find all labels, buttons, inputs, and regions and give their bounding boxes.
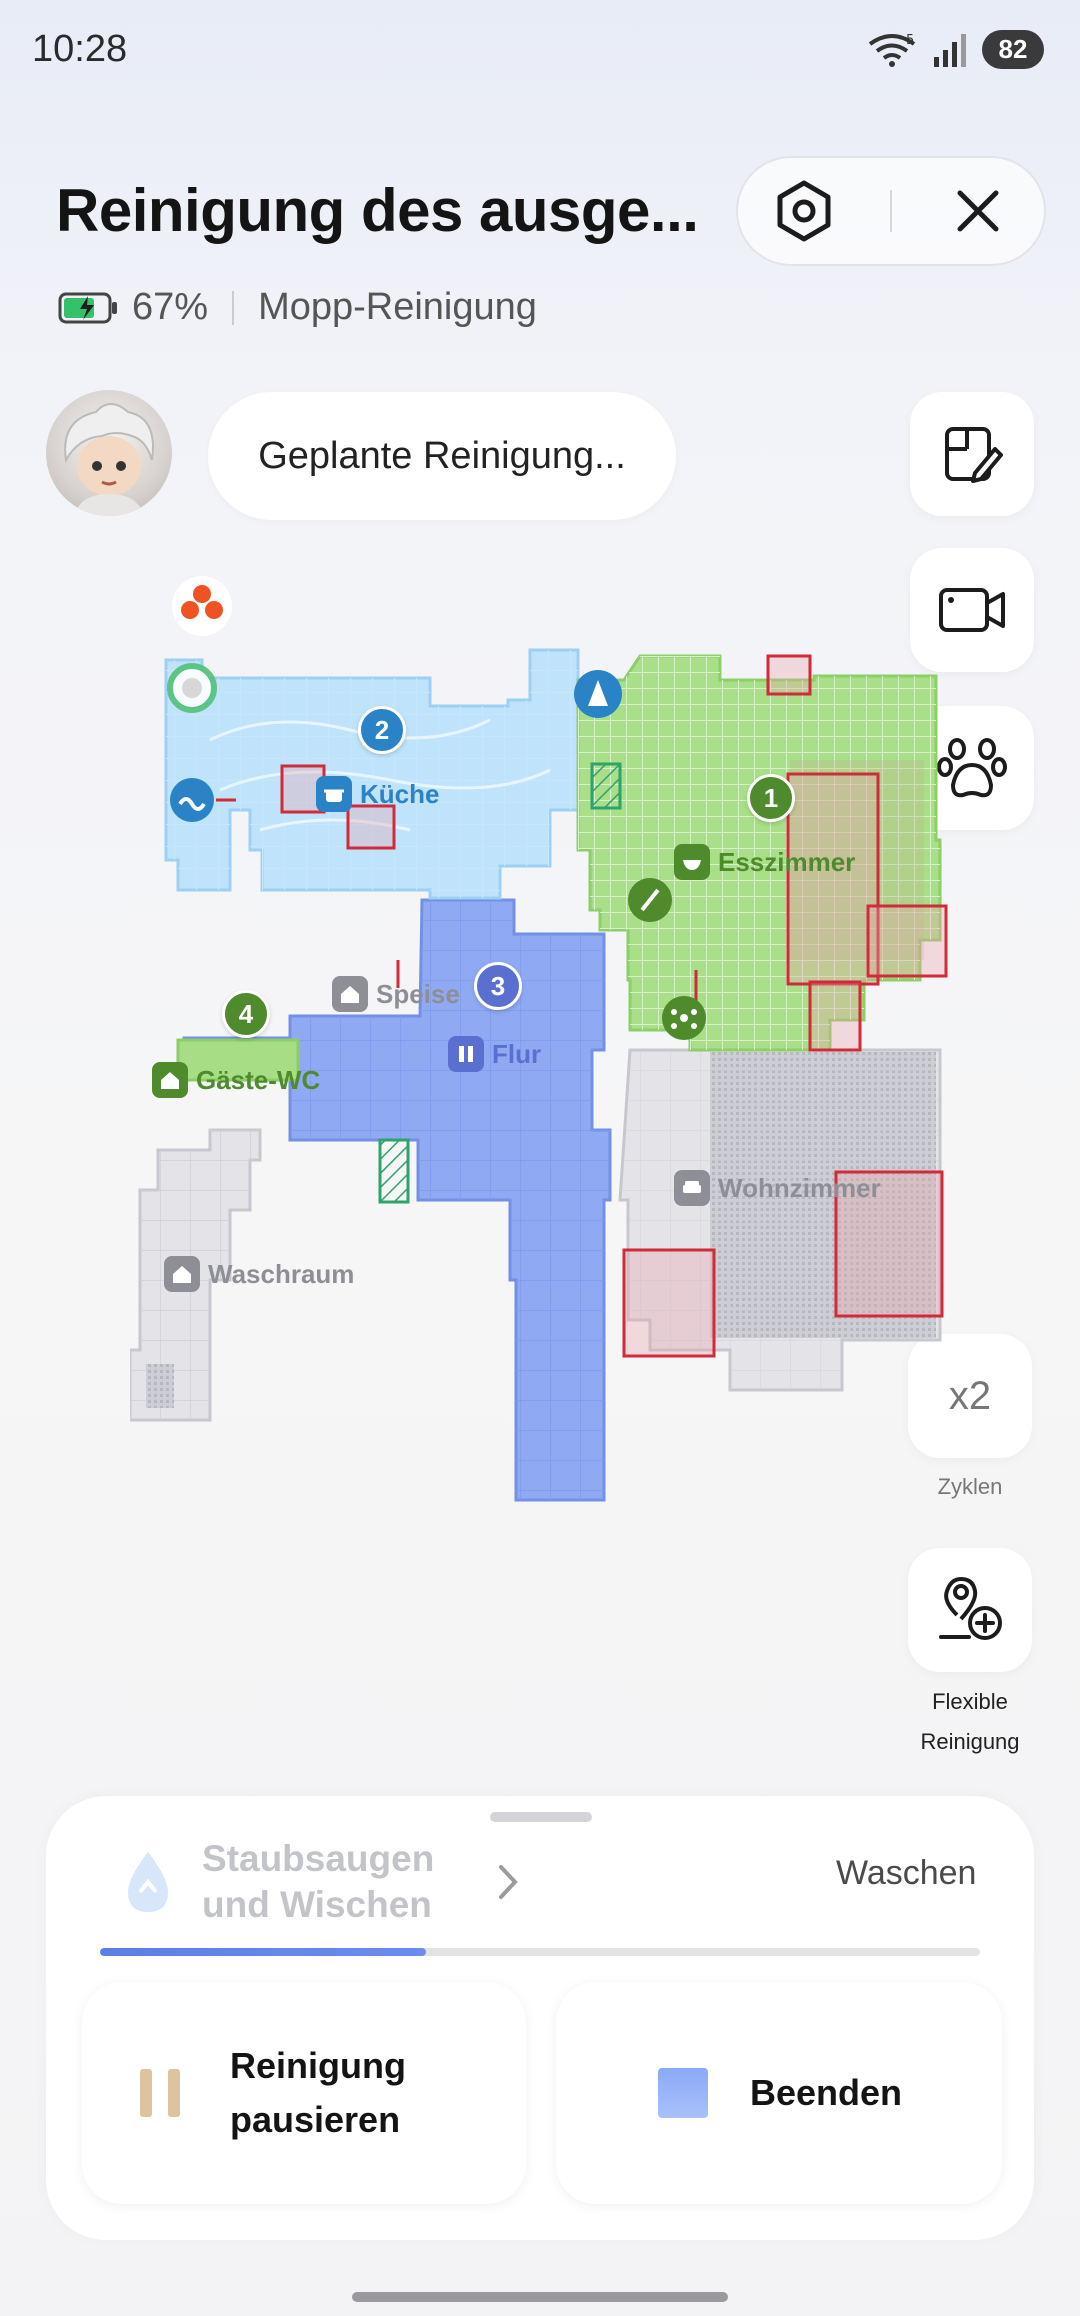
hexagon-settings-icon	[777, 180, 831, 242]
drag-handle[interactable]	[490, 1812, 592, 1822]
room-kueche-area	[164, 648, 580, 900]
page-title: Reinigung des ausge...	[56, 177, 699, 244]
room-label-wohnzimmer[interactable]: Wohnzimmer	[674, 1170, 881, 1206]
wifi-icon: 5	[868, 33, 916, 67]
mode-current-label: Staubsaugen und Wischen	[202, 1836, 434, 1928]
settings-button[interactable]	[759, 166, 849, 256]
house-icon	[152, 1062, 188, 1098]
room-label-gaeste-wc[interactable]: Gäste-WC	[152, 1062, 320, 1098]
threshold-zone	[378, 1138, 410, 1204]
location-add-icon	[939, 1577, 1002, 1640]
robot-battery-icon	[58, 292, 117, 323]
divider	[232, 290, 235, 325]
status-icons: 5 82	[866, 30, 1044, 69]
flexible-label-line1: Flexible	[932, 1689, 1008, 1714]
pause-icon	[140, 2069, 180, 2117]
room-label-flur[interactable]: Flur	[448, 1036, 541, 1072]
close-icon	[957, 190, 999, 232]
room-label-kueche[interactable]: Küche	[316, 776, 439, 812]
mode-current-line2: und Wischen	[202, 1884, 432, 1925]
room-label-waschraum[interactable]: Waschraum	[164, 1256, 354, 1292]
stop-cleaning-button[interactable]: Beenden	[556, 1982, 1002, 2204]
pause-cleaning-button[interactable]: Reinigung pausieren	[82, 1982, 526, 2204]
cleaning-map[interactable]: Küche 2 Esszimmer 1 Speise Flur 3 Gäste-…	[128, 560, 970, 1520]
room-name: Speise	[376, 978, 460, 1009]
room-label-speise[interactable]: Speise	[332, 976, 460, 1012]
room-order-pin: 4	[222, 990, 270, 1038]
cleaning-progress-bar	[100, 1948, 980, 1956]
clean-mode-text: Mopp-Reinigung	[258, 286, 537, 328]
status-bubble: Geplante Reinigung...	[208, 392, 676, 520]
battery-percent: 67%	[132, 286, 209, 328]
pot-icon	[316, 776, 352, 812]
map-edit-icon	[945, 427, 1003, 483]
house-icon	[332, 976, 368, 1012]
room-label-esszimmer[interactable]: Esszimmer	[674, 844, 855, 880]
mode-next: Waschen	[836, 1854, 977, 1892]
room-order-pin: 3	[474, 962, 522, 1010]
stop-icon	[657, 2068, 708, 2118]
map-canvas	[128, 576, 948, 1502]
home-indicator[interactable]	[352, 2292, 728, 2302]
pause-label: Reinigung pausieren	[230, 2039, 406, 2147]
pause-label-line2: pausieren	[230, 2099, 401, 2140]
mode-current-line1: Staubsaugen	[202, 1838, 435, 1879]
room-name: Gäste-WC	[196, 1064, 321, 1095]
robot-avatar[interactable]	[46, 390, 172, 516]
robot-status: 67% Mopp-Reinigung	[58, 286, 537, 329]
pause-label-line1: Reinigung	[230, 2045, 406, 2086]
room-order-pin: 1	[747, 774, 795, 822]
chevron-right-icon	[499, 1865, 518, 1899]
svg-text:5: 5	[906, 33, 914, 48]
header-actions	[736, 156, 1046, 266]
edit-map-button[interactable]	[910, 392, 1034, 516]
progress-fill	[100, 1948, 426, 1956]
bowl-icon	[674, 844, 710, 880]
room-name: Flur	[492, 1038, 542, 1069]
sofa-icon	[674, 1170, 710, 1206]
door-icon	[448, 1036, 484, 1072]
water-drop-icon	[128, 1852, 168, 1912]
avatar-character-icon	[64, 403, 154, 516]
signal-icon	[934, 33, 966, 67]
room-name: Esszimmer	[718, 846, 856, 877]
room-name: Wohnzimmer	[718, 1172, 881, 1203]
flexible-clean-button[interactable]	[908, 1548, 1032, 1672]
stop-label: Beenden	[749, 2072, 903, 2113]
room-order-pin: 2	[358, 706, 406, 754]
close-button[interactable]	[933, 166, 1023, 256]
status-time: 10:28	[32, 28, 128, 70]
flexible-label-line2: Reinigung	[920, 1729, 1020, 1754]
house-icon	[164, 1256, 200, 1292]
mode-current[interactable]: Staubsaugen und Wischen	[112, 1836, 434, 1928]
divider	[889, 190, 892, 232]
water-wave-icon	[170, 778, 214, 822]
flexible-clean-label: Flexible Reinigung	[880, 1682, 1060, 1762]
room-name: Küche	[360, 778, 440, 809]
room-name: Waschraum	[208, 1258, 355, 1289]
threshold-zone	[590, 762, 622, 810]
battery-indicator: 82	[982, 30, 1044, 69]
